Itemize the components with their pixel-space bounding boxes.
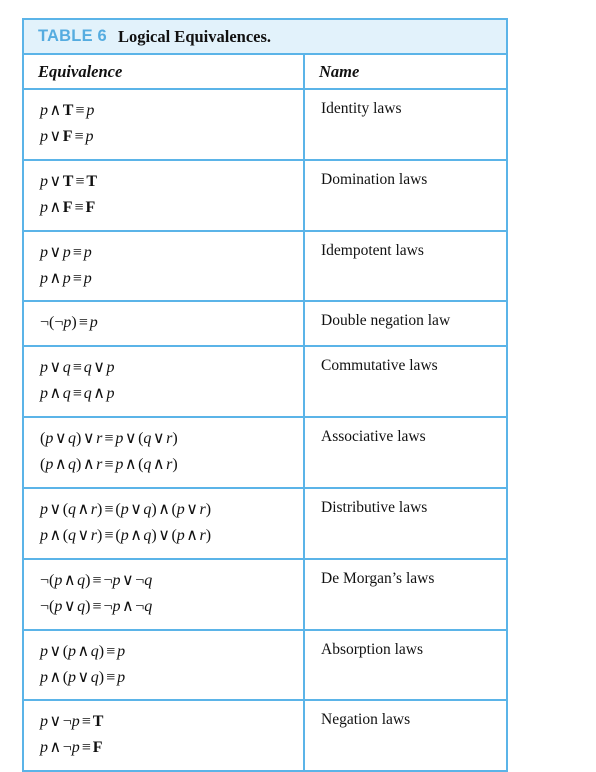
law-name: Distributive laws (321, 498, 428, 516)
law-name: Negation laws (321, 711, 411, 729)
table-row: ¬(p∧q) ≡ ¬p∨¬q ¬(p∨q) ≡ ¬p∧¬q De Morgan’s laws (24, 557, 506, 630)
table-row: p∨(q∧r) ≡ (p∨q)∧(p∨r) p∧(q∨r) ≡ (p∧q)∨(p∧r) Di… (24, 486, 506, 559)
table-caption: TABLE 6 Logical Equivalences. (24, 20, 506, 55)
formula-line: p∨¬p ≡ T (40, 713, 104, 731)
formula-line: p∨p ≡ p (40, 243, 92, 261)
equivalence-cell: p∨¬p ≡ T p∧¬p ≡ F (24, 699, 305, 771)
formula-line: (p∨q)∨r ≡ p∨(q∨r) (40, 430, 178, 448)
formula-line: p∧T ≡ p (40, 102, 95, 119)
table-body: p∧T ≡ p p∨F ≡ p Identity laws p∨T ≡ T p∧F ≡ F Dominat… (24, 88, 506, 771)
formula-line: ¬(p∨q) ≡ ¬p∧¬q (40, 597, 153, 615)
formula-line: p∧p ≡ p (40, 269, 92, 287)
equivalence-cell: ¬(¬p) ≡ p (24, 300, 305, 347)
table-title: Logical Equivalences. (117, 26, 272, 46)
equivalence-cell: p∨(p∧q) ≡ p p∧(p∨q) ≡ p (24, 628, 305, 701)
equivalence-cell: p∨T ≡ T p∧F ≡ F (24, 158, 305, 231)
law-name-cell: Commutative laws (304, 345, 506, 418)
table-row: (p∨q)∨r ≡ p∨(q∨r) (p∧q)∧r ≡ p∧(q∧r) Associativ… (24, 416, 506, 488)
equivalence-cell: ¬(p∧q) ≡ ¬p∨¬q ¬(p∨q) ≡ ¬p∧¬q (24, 557, 305, 630)
formula-line: ¬(¬p) ≡ p (40, 314, 98, 332)
law-name-cell: Identity laws (304, 88, 506, 160)
law-name: Domination laws (321, 170, 428, 188)
table-row: p∨p ≡ p p∧p ≡ p Idempotent laws (24, 229, 506, 302)
formula-line: p∧F ≡ F (40, 198, 96, 216)
equivalence-cell: p∧T ≡ p p∨F ≡ p (24, 88, 305, 160)
formula-line: p∨T ≡ T (40, 172, 98, 190)
law-name-cell: Negation laws (304, 699, 506, 771)
formula-line: p∧(q∨r) ≡ (p∧q)∨(p∧r) (40, 526, 212, 544)
law-name-cell: De Morgan’s laws (304, 557, 506, 630)
law-name: Double negation law (321, 312, 451, 330)
equivalence-cell: p∨p ≡ p p∧p ≡ p (24, 229, 305, 302)
column-header-name: Name (304, 55, 506, 89)
formula-line: (p∧q)∧r ≡ p∧(q∧r) (40, 456, 178, 474)
equivalence-cell: p∨(q∧r) ≡ (p∨q)∧(p∨r) p∧(q∨r) ≡ (p∧q)∨(p∧r) (24, 486, 305, 559)
law-name: De Morgan’s laws (321, 569, 435, 587)
formula-line: p∨F ≡ p (40, 127, 94, 145)
table-row: ¬(¬p) ≡ p Double negation law (24, 300, 506, 347)
law-name-cell: Absorption laws (304, 628, 506, 701)
column-header-name-label: Name (319, 61, 360, 81)
column-header-equivalence: Equivalence (24, 55, 305, 89)
table-row: p∨¬p ≡ T p∧¬p ≡ F Negation laws (24, 699, 506, 771)
formula-line: p∨q ≡ q∨p (40, 359, 115, 377)
formula-line: p∨(p∧q) ≡ p (40, 642, 126, 660)
equivalence-cell: p∨q ≡ q∨p p∧q ≡ q∧p (24, 345, 305, 418)
law-name: Idempotent laws (321, 241, 424, 259)
law-name: Absorption laws (321, 640, 424, 658)
formula-line: p∧(p∨q) ≡ p (40, 668, 126, 686)
law-name-cell: Double negation law (304, 300, 506, 347)
table-row: p∨T ≡ T p∧F ≡ F Domination laws (24, 158, 506, 231)
law-name-cell: Distributive laws (304, 486, 506, 559)
law-name-cell: Domination laws (304, 158, 506, 231)
formula-line: p∧¬p ≡ F (40, 739, 103, 757)
table-row: p∧T ≡ p p∨F ≡ p Identity laws (24, 88, 506, 160)
law-name: Commutative laws (321, 357, 438, 375)
law-name-cell: Associative laws (304, 416, 506, 488)
table-row: p∨q ≡ q∨p p∧q ≡ q∧p Commutative laws (24, 345, 506, 418)
formula-line: p∧q ≡ q∧p (40, 385, 115, 403)
formula-line: ¬(p∧q) ≡ ¬p∨¬q (40, 571, 153, 589)
table-header-row: Equivalence Name (24, 55, 506, 89)
law-name: Identity laws (321, 100, 402, 117)
table-number-label: TABLE 6 (38, 27, 107, 45)
law-name: Associative laws (321, 428, 426, 446)
equivalences-grid: Equivalence Name p∧T ≡ p p∨F ≡ p Identity laws… (24, 55, 506, 771)
logical-equivalences-table: TABLE 6 Logical Equivalences. Equivalenc… (22, 18, 508, 772)
formula-line: p∨(q∧r) ≡ (p∨q)∧(p∨r) (40, 500, 212, 518)
equivalence-cell: (p∨q)∨r ≡ p∨(q∨r) (p∧q)∧r ≡ p∧(q∧r) (24, 416, 305, 488)
law-name-cell: Idempotent laws (304, 229, 506, 302)
table-row: p∨(p∧q) ≡ p p∧(p∨q) ≡ p Absorption laws (24, 628, 506, 701)
column-header-equivalence-label: Equivalence (38, 61, 123, 81)
